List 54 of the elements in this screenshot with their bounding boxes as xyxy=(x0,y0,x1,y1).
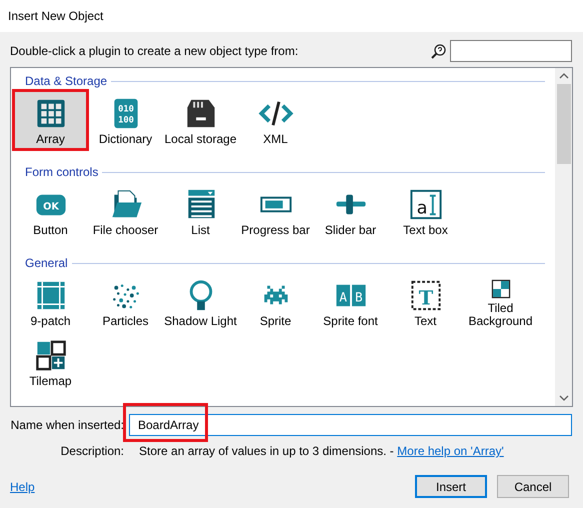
description-text: Store an array of values in up to 3 dimensions. - More help on 'Array' xyxy=(139,443,504,460)
plugin-tile[interactable]: Shadow Light xyxy=(163,272,238,332)
plugin-label: Sprite font xyxy=(323,315,378,328)
plugin-label: Tilemap xyxy=(29,375,72,388)
plugin-label: XML xyxy=(263,133,288,146)
plugin-tile[interactable]: File chooser xyxy=(88,181,163,241)
plugin-tile[interactable]: Array xyxy=(13,90,88,150)
section-heading: Data & Storage xyxy=(25,73,108,90)
description-label: Description: xyxy=(60,443,125,460)
plugin-label: Dictionary xyxy=(98,133,152,146)
plugin-tile[interactable]: Progress bar xyxy=(238,181,313,241)
help-topic-link[interactable]: More help on 'Array' xyxy=(397,444,504,458)
search-icon xyxy=(431,44,446,58)
plugin-tile[interactable]: 9-patch xyxy=(13,272,88,332)
window-title: Insert New Object xyxy=(8,8,104,25)
dialog-button[interactable]: Insert xyxy=(415,475,487,498)
plugin-label: 9-patch xyxy=(30,315,71,328)
plugin-label: Button xyxy=(33,224,68,237)
plugin-label: Slider bar xyxy=(324,224,376,237)
search-field[interactable] xyxy=(450,40,572,62)
plugin-tile[interactable]: Particles xyxy=(88,272,163,332)
plugin-label: Sprite xyxy=(260,315,292,328)
plugin-label: List xyxy=(191,224,210,237)
plugin-label: Particles xyxy=(102,315,148,328)
plugin-tile[interactable]: Slider bar xyxy=(313,181,388,241)
text-box-icon: a xyxy=(408,187,444,222)
plugin-label: Progress bar xyxy=(241,224,310,237)
name-field[interactable]: BoardArray xyxy=(129,414,572,436)
plugin-label: Text xyxy=(414,315,436,328)
plugin-label: Text box xyxy=(403,224,448,237)
dialog-button[interactable]: Cancel xyxy=(497,475,569,498)
plugin-label: Tiled Background xyxy=(467,302,534,328)
plugin-label: Shadow Light xyxy=(164,315,237,328)
help-link[interactable]: Help xyxy=(10,478,35,496)
plugin-label: Local storage xyxy=(164,133,237,146)
plugin-tile[interactable]: List xyxy=(163,181,238,241)
section-heading: General xyxy=(25,255,68,272)
scroll-thumb[interactable] xyxy=(556,84,570,164)
plugin-tile[interactable]: Local storage xyxy=(163,90,238,150)
plugin-label: File chooser xyxy=(92,224,158,237)
section-heading: Form controls xyxy=(25,164,98,181)
scrollbar[interactable] xyxy=(555,68,572,406)
instruction-text: Double-click a plugin to create a new object type from: xyxy=(10,43,298,60)
plugin-tile[interactable]: OK Button xyxy=(13,181,88,241)
plugin-tile[interactable]: T Text xyxy=(388,272,463,332)
plugin-tile[interactable]: Tilemap xyxy=(13,332,88,392)
plugin-tile[interactable]: XML xyxy=(238,90,313,150)
name-label: Name when inserted: xyxy=(10,417,125,434)
plugin-tile[interactable]: A B Sprite font xyxy=(313,272,388,332)
plugin-label: Array xyxy=(36,133,65,146)
plugin-tile[interactable]: Sprite xyxy=(238,272,313,332)
plugin-tile[interactable]: Tiled Background xyxy=(463,272,538,332)
plugin-tile[interactable]: a Text box xyxy=(388,181,463,241)
plugin-tile[interactable]: 010 100 Dictionary xyxy=(88,90,163,150)
